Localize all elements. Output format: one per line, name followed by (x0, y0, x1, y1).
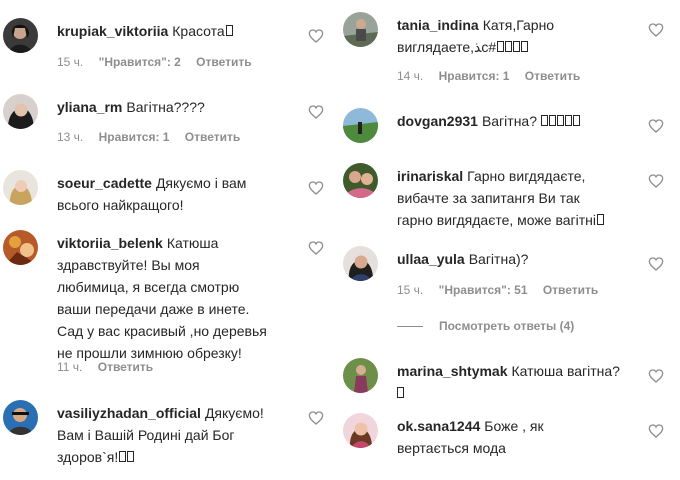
comments-page: krupiak_viktoriia Красота 15 ч. "Нравится… (0, 0, 680, 480)
comment-body: ok.sana1244 Боже , як вертається мода (397, 415, 632, 459)
comment-body: viktoriia_belenk Катюша здравствуйте! Вы … (57, 232, 292, 364)
replies-divider-line (397, 326, 423, 328)
comment-time: 15 ч. (397, 283, 424, 297)
avatar[interactable] (343, 358, 378, 393)
comment-username[interactable]: viktoriia_belenk (57, 235, 163, 251)
comment-username[interactable]: soeur_cadette (57, 175, 152, 191)
heart-icon[interactable] (648, 173, 664, 189)
comment-body: ullaa_yula Вагітна)? (397, 248, 632, 270)
missing-glyph-box (597, 214, 605, 225)
comment-meta: 13 ч. Нравится: 1 Ответить (57, 130, 252, 144)
avatar[interactable] (3, 230, 38, 265)
missing-glyph-box (549, 115, 556, 126)
comment-likes[interactable]: "Нравится": 2 (99, 55, 181, 69)
comment-text: Вагітна)? (468, 251, 529, 267)
comment-username[interactable]: tania_indina (397, 17, 479, 33)
comment-text: Красота (172, 23, 225, 39)
comment-username[interactable]: yliana_rm (57, 99, 122, 115)
avatar[interactable] (343, 108, 378, 143)
avatar[interactable] (343, 163, 378, 198)
reply-button[interactable]: Ответить (543, 283, 598, 297)
missing-glyph-box (541, 115, 548, 126)
comment-username[interactable]: krupiak_viktoriia (57, 23, 168, 39)
heart-icon[interactable] (308, 240, 324, 256)
avatar[interactable] (3, 400, 38, 435)
heart-icon[interactable] (648, 368, 664, 384)
comment-time: 14 ч. (397, 69, 424, 83)
comment-body: irinariskal Гарно вигдядаєте, вибачте за … (397, 165, 632, 231)
comment-body: yliana_rm Вагітна???? (57, 96, 292, 118)
missing-glyph-box (557, 115, 564, 126)
comment-username[interactable]: marina_shtymak (397, 363, 508, 379)
missing-glyph-box (127, 451, 135, 462)
comment-body: tania_indina Катя,Гарно виглядаете,ﺬc# (397, 14, 632, 58)
avatar[interactable] (3, 18, 38, 53)
comment-time: 11 ч. (57, 360, 83, 374)
missing-glyph-box (225, 25, 233, 36)
comment-body: krupiak_viktoriia Красота (57, 20, 292, 42)
emoji-text: ﺬc# (474, 39, 497, 55)
heart-icon[interactable] (648, 423, 664, 439)
avatar[interactable] (3, 94, 38, 129)
heart-icon[interactable] (648, 256, 664, 272)
heart-icon[interactable] (648, 22, 664, 38)
missing-glyph-box (573, 115, 580, 126)
comment-likes[interactable]: Нравится: 1 (439, 69, 510, 83)
comment-username[interactable]: vasiliyzhadan_official (57, 405, 201, 421)
missing-glyph-box (397, 387, 404, 398)
view-replies-label: Посмотреть ответы (4) (439, 319, 575, 333)
missing-glyph-box (497, 41, 505, 52)
view-replies-button[interactable]: Посмотреть ответы (4) (397, 319, 574, 333)
comment-text: Катюша вагітна? (511, 363, 620, 379)
comment-username[interactable]: dovgan2931 (397, 113, 478, 129)
avatar[interactable] (343, 413, 378, 448)
missing-glyph-box (565, 115, 572, 126)
comment-body: vasiliyzhadan_official Дякуємо! Вам і Ваш… (57, 402, 292, 468)
reply-button[interactable]: Ответить (525, 69, 580, 83)
comment-time: 15 ч. (57, 55, 84, 69)
heart-icon[interactable] (308, 104, 324, 120)
avatar[interactable] (3, 170, 38, 205)
comment-text: Вагітна? (481, 113, 537, 129)
heart-icon[interactable] (648, 118, 664, 134)
comment-username[interactable]: ok.sana1244 (397, 418, 480, 434)
avatar[interactable] (343, 12, 378, 47)
comment-meta: 15 ч. "Нравится": 51 Ответить (397, 283, 610, 297)
comment-username[interactable]: ullaa_yula (397, 251, 465, 267)
comment-meta: 11 ч. Ответить (57, 360, 165, 374)
comment-meta: 15 ч. "Нравится": 2 Ответить (57, 55, 264, 69)
missing-glyph-box (513, 41, 521, 52)
comment-time: 13 ч. (57, 130, 84, 144)
heart-icon[interactable] (308, 180, 324, 196)
heart-icon[interactable] (308, 28, 324, 44)
comment-meta: 14 ч. Нравится: 1 Ответить (397, 69, 592, 83)
comment-text: Катюша здравствуйте! Вы моя любимица, я … (57, 235, 267, 361)
reply-button[interactable]: Ответить (185, 130, 240, 144)
comment-likes[interactable]: "Нравится": 51 (439, 283, 528, 297)
avatar[interactable] (343, 246, 378, 281)
reply-button[interactable]: Ответить (196, 55, 251, 69)
comment-body: soeur_cadette Дякуємо і вам всього найкра… (57, 172, 292, 216)
comment-body: marina_shtymak Катюша вагітна? (397, 360, 632, 404)
comment-body: dovgan2931 Вагітна? (397, 110, 632, 132)
reply-button[interactable]: Ответить (98, 360, 153, 374)
missing-glyph-box (505, 41, 513, 52)
comment-username[interactable]: irinariskal (397, 168, 463, 184)
missing-glyph-box (119, 451, 127, 462)
heart-icon[interactable] (308, 410, 324, 426)
comment-text: Вагітна???? (126, 99, 205, 115)
missing-glyph-box (521, 41, 529, 52)
comment-likes[interactable]: Нравится: 1 (99, 130, 170, 144)
